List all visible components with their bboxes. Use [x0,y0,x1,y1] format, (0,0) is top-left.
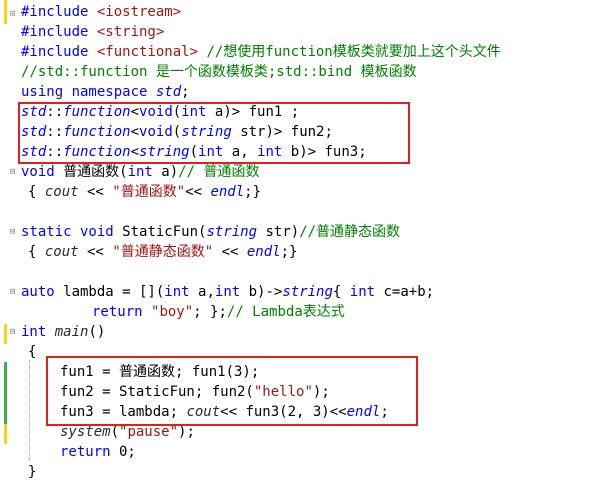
code-token: endl [210,184,245,200]
code-line[interactable]: using namespace std; [0,82,593,102]
code-token: << [185,184,211,200]
code-token: return [92,304,143,320]
code-token: ; }; [193,304,227,320]
code-token: << [78,184,113,200]
code-text: void 普通函数(int a)// 普通函数 [21,162,259,182]
code-token: "boy" [151,304,194,320]
code-token: "pause" [119,424,179,440]
code-token: a, [189,284,215,300]
code-line[interactable] [0,202,593,222]
code-token: return [60,444,111,460]
code-token: #include [21,24,97,40]
code-text: #include <string> [21,22,164,42]
code-token: system [60,424,111,440]
code-token: << [78,244,113,260]
code-token: // Lambda表达式 [226,304,345,320]
code-token: string [206,224,258,240]
code-text: { cout << "普通函数"<< endl;} [28,182,261,202]
code-token: <iostream> [96,4,182,20]
code-token: ; [181,84,190,100]
code-token: { [28,344,37,360]
code-line[interactable]: //std::function 是一个函数模板类;std::bind 模板函数 [0,62,593,82]
code-token: a) [152,164,179,180]
code-text: return 0; [60,442,136,462]
code-token: int [21,324,47,340]
code-line[interactable]: void 普通函数(int a)// 普通函数 [0,162,593,182]
code-text: { cout << "普通静态函数" << endl;} [28,242,297,262]
code-line[interactable]: #include <functional> //想使用function模板类就要… [0,42,593,62]
code-text: int main() [21,322,105,342]
code-text: #include <functional> //想使用function模板类就要… [21,42,501,62]
code-token: int [164,284,190,300]
code-token: 0; [110,444,136,460]
code-token: // 普通函数 [178,164,260,180]
code-token: int [349,284,376,300]
code-token: { [28,184,45,200]
code-token: "普通函数" [112,184,186,200]
code-token: b)-> [240,284,283,300]
code-line[interactable]: int main() [0,322,593,342]
code-token: lambda = []( [54,284,165,300]
code-text: { [28,342,36,362]
code-line[interactable]: #include <iostream> [0,2,593,22]
highlight-box-declarations [18,102,410,164]
code-token: "普通静态函数" [112,244,214,260]
code-line[interactable] [0,262,593,282]
code-token: c=a+b; [375,284,435,300]
code-token: cout [44,184,79,200]
code-line[interactable]: { cout << "普通函数"<< endl;} [0,182,593,202]
code-token: ); [178,424,195,440]
code-token: str) [257,224,300,240]
code-token: endl [246,244,281,260]
highlight-box-assignments [46,356,418,426]
code-token: string [282,284,333,300]
code-token: { [332,284,350,300]
code-line[interactable]: { cout << "普通静态函数" << endl;} [0,242,593,262]
code-token: <string> [96,24,165,40]
code-text: auto lambda = [](int a,int b)->string{ i… [21,282,434,302]
code-token: int [214,284,241,300]
code-line[interactable]: } [0,462,593,482]
code-token: } [28,464,37,480]
code-token: cout [44,244,79,260]
code-token: #include [21,44,97,60]
code-line[interactable]: #include <string> [0,22,593,42]
code-token: //std::function 是一个函数模板类;std::bind 模板函数 [21,64,417,80]
code-token: int [127,164,153,180]
code-token: using namespace [21,84,156,100]
code-token: //普通静态函数 [299,224,401,240]
code-line[interactable]: return "boy"; };// Lambda表达式 [0,302,593,322]
code-token: 普通函数( [54,164,128,180]
code-text: using namespace std; [21,82,190,102]
code-token: () [88,324,106,340]
code-token: std [155,84,182,100]
code-token: << [213,244,247,260]
code-text: return "boy"; };// Lambda表达式 [92,302,345,322]
code-token: ( [110,424,120,440]
code-token: //想使用function模板类就要加上这个头文件 [198,44,501,60]
code-text: } [28,462,36,482]
code-token: StaticFun( [122,224,207,240]
code-token: ;} [244,184,262,200]
code-line[interactable]: auto lambda = [](int a,int b)->string{ i… [0,282,593,302]
code-token: <functional> [96,44,199,60]
code-editor[interactable]: ⊟ ⊟ ⊟ ⊟ ⊟ #include <iostream> #include <s… [0,0,593,492]
code-token: static void [21,224,123,240]
code-token: { [28,244,45,260]
code-text: static void StaticFun(string str)//普通静态函… [21,222,400,242]
code-token: main [54,324,89,340]
code-text: //std::function 是一个函数模板类;std::bind 模板函数 [21,62,417,82]
code-token: ;} [280,244,298,260]
code-line[interactable]: return 0; [0,442,593,462]
code-token: void [21,164,55,180]
code-text: #include <iostream> [21,2,181,22]
code-token: #include [21,4,97,20]
code-token: auto [21,284,55,300]
code-line[interactable]: static void StaticFun(string str)//普通静态函… [0,222,593,242]
